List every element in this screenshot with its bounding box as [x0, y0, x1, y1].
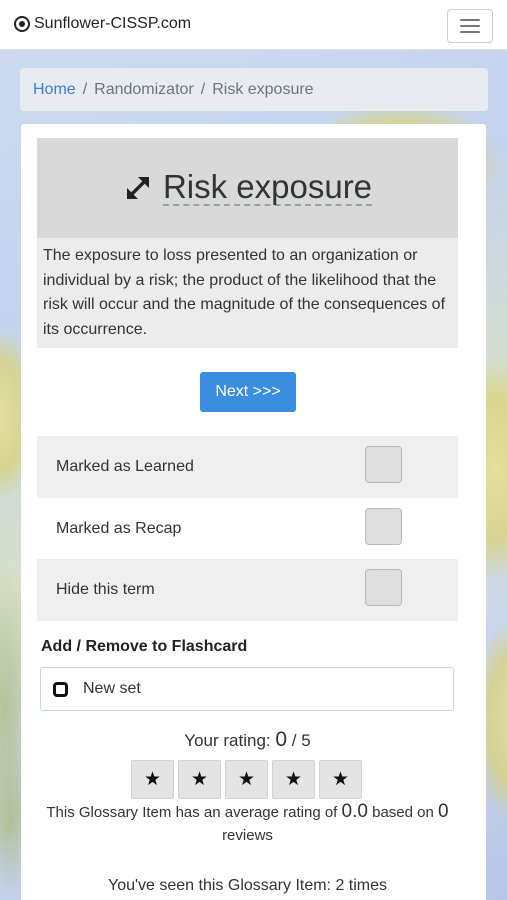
hide-term-row: Hide this term: [37, 559, 458, 621]
breadcrumb-home-link[interactable]: Home: [33, 81, 76, 99]
brand-link[interactable]: Sunflower-CISSP.com: [14, 15, 191, 33]
your-rating-value: 0: [275, 728, 288, 751]
seen-count-text: You've seen this Glossary Item: 2 times: [107, 877, 388, 894]
flashcard-set-option[interactable]: New set: [40, 667, 454, 711]
your-rating: Your rating: 0 / 5: [21, 728, 474, 752]
sunflower-logo-icon: [14, 16, 30, 32]
average-rating-prefix: This Glossary Item has an average rating…: [46, 804, 338, 821]
term-definition: The exposure to loss presented to an org…: [37, 238, 458, 348]
marked-recap-label: Marked as Recap: [56, 520, 182, 537]
rate-star-5-button[interactable]: ★: [319, 760, 362, 799]
marked-recap-row: Marked as Recap: [37, 498, 458, 560]
average-rating-value: 0.0: [341, 801, 368, 822]
breadcrumb-separator: /: [200, 80, 206, 98]
rate-star-2-button[interactable]: ★: [178, 760, 221, 799]
hide-term-label: Hide this term: [56, 581, 155, 598]
next-button[interactable]: Next >>>: [200, 372, 296, 412]
marked-learned-label: Marked as Learned: [56, 458, 194, 475]
average-rating-text: This Glossary Item has an average rating…: [35, 800, 460, 847]
breadcrumb-current: Risk exposure: [212, 80, 314, 98]
flashcard-heading: Add / Remove to Flashcard: [41, 638, 248, 655]
rate-star-3-button[interactable]: ★: [225, 760, 268, 799]
flashcard-set-checkbox[interactable]: [53, 681, 68, 697]
average-rating-based-on: based on: [372, 804, 434, 821]
expand-arrows-icon: [126, 177, 149, 199]
marked-learned-checkbox[interactable]: [365, 446, 402, 483]
term-title[interactable]: Risk exposure: [162, 169, 373, 207]
breadcrumb-separator: /: [82, 80, 88, 98]
hamburger-icon: [460, 19, 480, 21]
hamburger-icon: [460, 31, 480, 33]
hamburger-icon: [460, 25, 480, 27]
flashcard-set-name: New set: [83, 680, 141, 697]
top-navbar: Sunflower-CISSP.com: [0, 0, 507, 50]
breadcrumb: Home / Randomizator / Risk exposure: [20, 68, 488, 111]
term-header: Risk exposure: [37, 138, 458, 238]
review-count: 0: [438, 801, 449, 822]
reviews-label: reviews: [222, 827, 273, 844]
hide-term-checkbox[interactable]: [365, 569, 402, 606]
marked-recap-checkbox[interactable]: [365, 508, 402, 545]
breadcrumb-randomizator: Randomizator: [94, 80, 194, 98]
your-rating-label: Your rating:: [184, 731, 271, 750]
navbar-toggle-button[interactable]: [447, 9, 493, 43]
rating-stars: ★ ★ ★ ★ ★: [131, 760, 362, 799]
your-rating-max: / 5: [291, 731, 311, 750]
brand-name: Sunflower-CISSP.com: [34, 15, 192, 32]
marked-learned-row: Marked as Learned: [37, 436, 458, 498]
glossary-card: Risk exposure The exposure to loss prese…: [21, 124, 486, 900]
rate-star-4-button[interactable]: ★: [272, 760, 315, 799]
rate-star-1-button[interactable]: ★: [131, 760, 174, 799]
